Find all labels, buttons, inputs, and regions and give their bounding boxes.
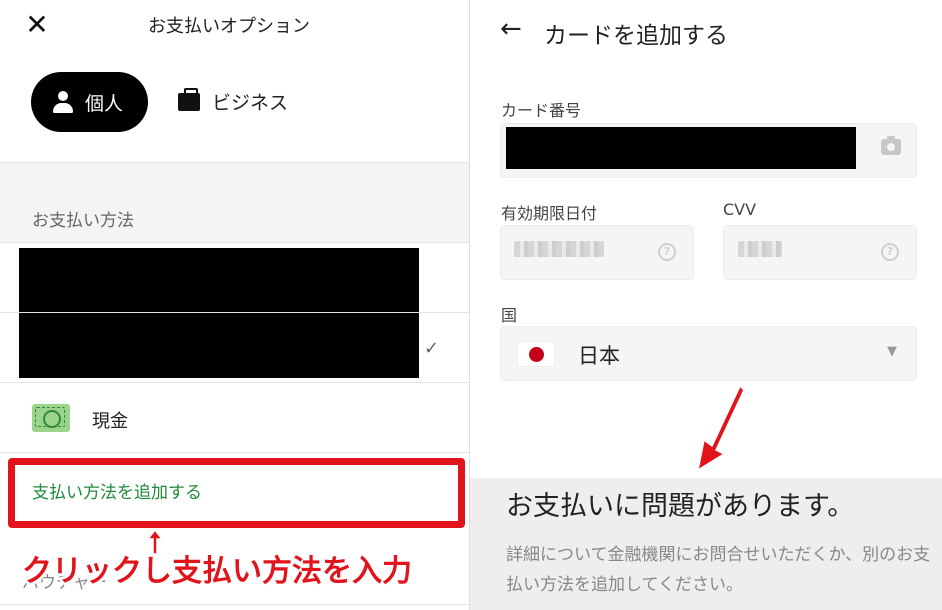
redacted-card-number bbox=[506, 127, 856, 169]
divider bbox=[0, 242, 469, 243]
japan-flag-icon bbox=[517, 341, 555, 367]
checkmark-icon: ✓ bbox=[424, 338, 440, 359]
divider bbox=[0, 382, 469, 383]
briefcase-icon bbox=[178, 87, 200, 111]
close-icon[interactable]: ✕ bbox=[22, 10, 52, 40]
back-arrow-icon[interactable]: ← bbox=[500, 14, 522, 44]
page-title: お支払いオプション bbox=[148, 16, 310, 37]
divider bbox=[0, 604, 469, 605]
error-message: 詳細について金融機関にお問合せいただくか、別のお支払い方法を追加してください。 bbox=[506, 545, 931, 595]
camera-icon[interactable] bbox=[881, 136, 901, 155]
annotation-arrow-down-icon bbox=[696, 384, 745, 472]
divider bbox=[0, 452, 469, 453]
payment-options-panel: ✕ お支払いオプション 個人 ビジネス お支払い方法 ✓ 現金 支払い方法を追加… bbox=[0, 0, 469, 610]
cash-icon bbox=[32, 404, 70, 432]
expiry-label: 有効期限日付 bbox=[501, 204, 598, 223]
profile-business-label: ビジネス bbox=[212, 92, 289, 114]
person-icon bbox=[53, 91, 73, 113]
chevron-down-icon[interactable]: ▼ bbox=[887, 344, 897, 359]
add-payment-method-link[interactable]: 支払い方法を追加する bbox=[32, 478, 202, 503]
country-value: 日本 bbox=[578, 344, 620, 368]
redacted-expiry-value bbox=[514, 241, 604, 257]
payment-method-cash[interactable]: 現金 bbox=[92, 407, 128, 433]
profile-personal-button[interactable]: 個人 bbox=[31, 72, 148, 132]
profile-personal-label: 個人 bbox=[85, 92, 124, 115]
redacted-cvv-value bbox=[738, 241, 782, 257]
divider bbox=[0, 312, 469, 313]
section-label-payment-methods: お支払い方法 bbox=[32, 211, 134, 231]
country-select[interactable] bbox=[500, 326, 917, 381]
redacted-payment-method[interactable] bbox=[19, 248, 419, 378]
card-number-label: カード番号 bbox=[501, 101, 582, 120]
cvv-label: CVV bbox=[723, 200, 757, 219]
error-title: お支払いに問題があります。 bbox=[506, 491, 855, 522]
add-card-panel: ← カードを追加する カード番号 有効期限日付 ? CVV ? 国 日本 ▼ お… bbox=[469, 0, 942, 610]
help-icon[interactable]: ? bbox=[881, 243, 899, 261]
profile-business-button[interactable]: ビジネス bbox=[178, 87, 289, 115]
help-icon[interactable]: ? bbox=[658, 243, 676, 261]
add-card-title: カードを追加する bbox=[544, 23, 728, 49]
annotation-instruction: クリックし支払い方法を入力 bbox=[22, 554, 412, 589]
country-label: 国 bbox=[501, 306, 518, 325]
